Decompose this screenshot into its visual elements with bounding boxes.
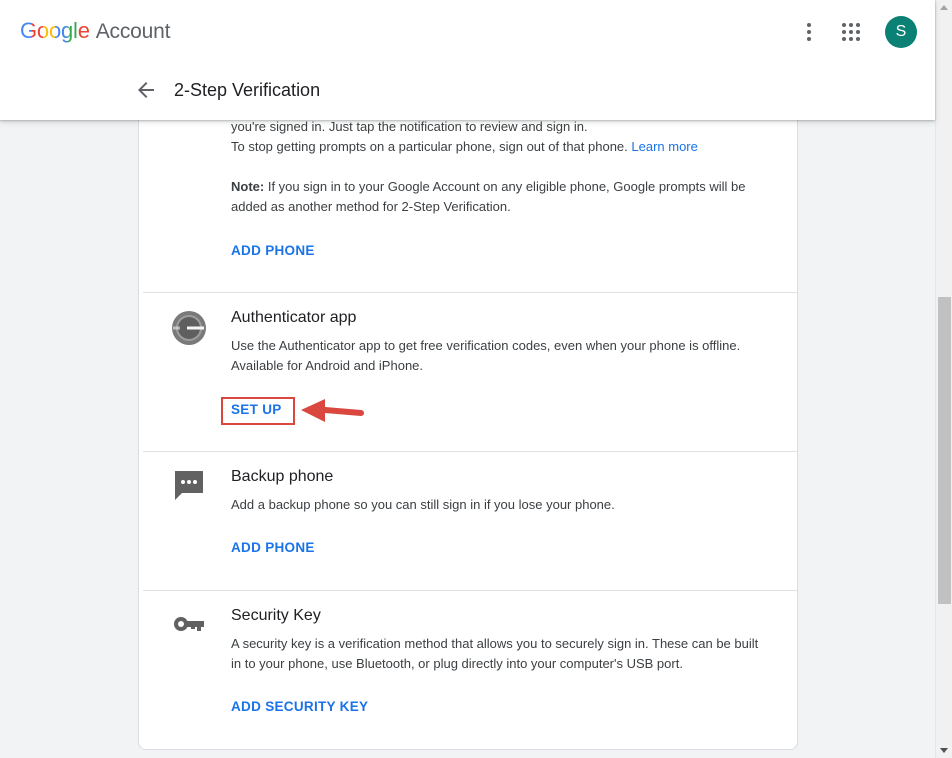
backup-phone-description: Add a backup phone so you can still sign… [231,497,615,512]
section-divider [143,451,797,452]
set-up-highlight-box [221,397,295,425]
add-security-key-button[interactable]: ADD SECURITY KEY [231,699,368,714]
note-text: If you sign in to your Google Account on… [231,179,746,214]
chat-bubble-icon [175,471,203,500]
google-account-logo[interactable]: Google Account [20,18,170,44]
scroll-up-icon[interactable] [940,5,948,10]
account-wordmark: Account [95,20,171,43]
two-step-options-card: you're signed in. Just tap the notificat… [138,100,798,750]
page-title: 2-Step Verification [174,79,321,100]
arrow-pointer-icon [301,399,364,422]
google-prompt-desc-line1: you're signed in. Just tap the notificat… [231,119,588,134]
arrow-left-icon[interactable] [134,78,158,102]
scroll-thumb[interactable] [938,297,951,604]
google-authenticator-icon [172,311,206,345]
security-key-description: A security key is a verification method … [231,636,759,671]
page-scrollbar[interactable] [935,0,952,758]
authenticator-description: Use the Authenticator app to get free ve… [231,338,741,373]
more-vert-icon[interactable] [797,16,821,48]
section-divider [143,292,797,293]
note-label: Note: [231,179,265,194]
google-wordmark: Google [20,18,90,43]
backup-phone-title: Backup phone [231,468,334,485]
authenticator-title: Authenticator app [231,309,357,326]
add-backup-phone-button[interactable]: ADD PHONE [231,540,315,555]
section-divider [143,590,797,591]
apps-grid-icon[interactable] [839,20,863,44]
add-phone-button[interactable]: ADD PHONE [231,243,315,258]
scroll-down-icon[interactable] [940,748,948,753]
security-key-title: Security Key [231,607,321,624]
learn-more-link[interactable]: Learn more [631,139,697,154]
google-prompt-desc-line2: To stop getting prompts on a particular … [231,139,628,154]
avatar[interactable]: S [885,16,917,48]
app-header: Google Account S 2-Step Verification [0,0,935,120]
key-icon [174,617,204,631]
google-prompt-description: you're signed in. Just tap the notificat… [231,117,771,157]
google-prompt-note: Note: If you sign in to your Google Acco… [231,177,771,217]
